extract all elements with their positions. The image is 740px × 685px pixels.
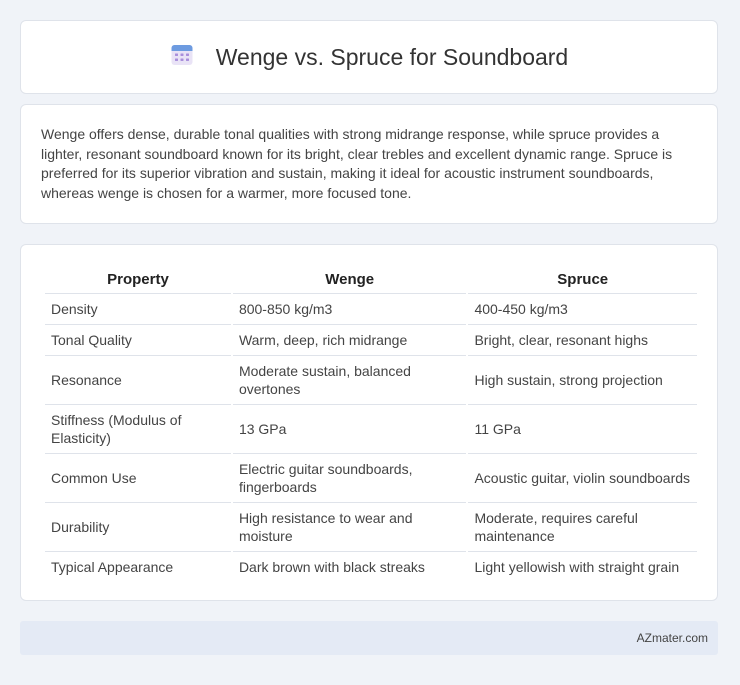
column-header-property: Property [45,265,231,294]
column-header-wenge: Wenge [232,265,467,294]
table-header-row: Property Wenge Spruce [45,265,697,294]
calendar-icon [170,43,194,72]
spruce-cell: 400-450 kg/m3 [468,294,697,325]
property-cell: Tonal Quality [45,325,231,356]
property-cell: Density [45,294,231,325]
wenge-cell: Dark brown with black streaks [238,559,425,575]
column-header-spruce: Spruce [468,265,697,294]
table-row: Density 800-850 kg/m3 400-450 kg/m3 [45,294,697,325]
comparison-table: Property Wenge Spruce Density 800-850 kg… [43,265,699,582]
summary-text: Wenge offers dense, durable tonal qualit… [41,126,673,201]
property-cell: Stiffness (Modulus of Elasticity) [45,405,231,454]
wenge-cell: Warm, deep, rich midrange [232,325,467,356]
footer-brand[interactable]: AZmater.com [637,631,708,645]
table-row: Tonal Quality Warm, deep, rich midrange … [45,325,697,356]
table-row: Typical Appearance Dark brown with black… [45,552,697,582]
footer-bar: AZmater.com [20,621,718,655]
table-row: Stiffness (Modulus of Elasticity) 13 GPa… [45,405,697,454]
spruce-cell: Bright, clear, resonant highs [468,325,697,356]
summary-card: Wenge offers dense, durable tonal qualit… [20,104,718,224]
property-cell: Durability [45,503,231,552]
property-cell: Common Use [45,454,231,503]
wenge-cell: 800-850 kg/m3 [232,294,467,325]
title-wrap: Wenge vs. Spruce for Soundboard [170,43,568,72]
property-cell: Typical Appearance [51,559,174,575]
spruce-cell: Light yellowish with straight grain [474,559,680,575]
page-title: Wenge vs. Spruce for Soundboard [215,43,569,70]
wenge-cell: Electric guitar soundboards, fingerboard… [232,454,467,503]
table-row: Resonance Moderate sustain, balanced ove… [45,356,697,405]
title-card: Wenge vs. Spruce for Soundboard [20,20,718,94]
spruce-cell: Moderate, requires careful maintenance [468,503,697,552]
wenge-cell: 13 GPa [232,405,467,454]
table-row: Common Use Electric guitar soundboards, … [45,454,697,503]
spruce-cell: Acoustic guitar, violin soundboards [468,454,697,503]
property-cell: Resonance [45,356,231,405]
comparison-card: Property Wenge Spruce Density 800-850 kg… [20,244,718,601]
wenge-cell: Moderate sustain, balanced overtones [232,356,467,405]
spruce-cell: 11 GPa [468,405,697,454]
wenge-cell: High resistance to wear and moisture [232,503,467,552]
spruce-cell: High sustain, strong projection [468,356,697,405]
table-row: Durability High resistance to wear and m… [45,503,697,552]
